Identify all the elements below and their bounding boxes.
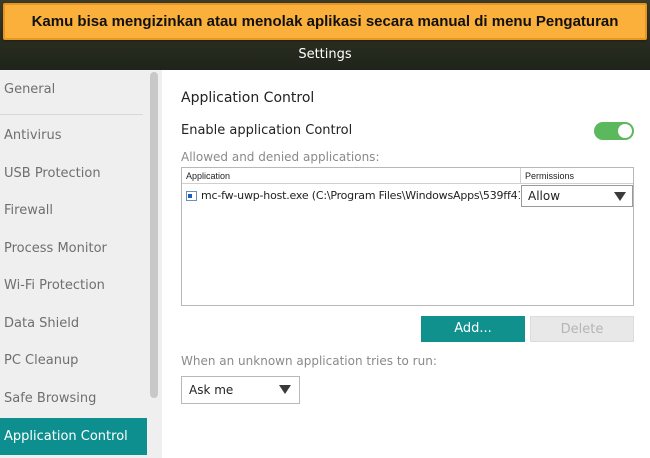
sidebar-item-safe-browsing[interactable]: Safe Browsing — [0, 380, 147, 417]
enable-application-control-label: Enable application Control — [181, 123, 353, 138]
dropdown-caret-icon — [279, 385, 291, 394]
permission-value: Allow — [528, 189, 561, 203]
window-title: Settings — [298, 47, 352, 62]
sidebar-item-process-monitor[interactable]: Process Monitor — [0, 230, 147, 267]
sidebar: General Antivirus USB Protection Firewal… — [0, 70, 162, 458]
column-header-permissions[interactable]: Permissions — [521, 168, 633, 184]
application-icon — [186, 191, 197, 201]
permission-dropdown[interactable]: Allow — [521, 185, 633, 207]
table-row[interactable]: mc-fw-uwp-host.exe (C:\Program Files\Win… — [182, 185, 633, 207]
applications-table: Application Permissions mc-fw-uwp-host.e… — [181, 167, 634, 306]
delete-button[interactable]: Delete — [530, 316, 634, 342]
sidebar-item-pc-cleanup[interactable]: PC Cleanup — [0, 342, 147, 379]
toggle-knob — [618, 124, 632, 138]
dropdown-caret-icon — [614, 192, 626, 201]
annotation-banner: Kamu bisa mengizinkan atau menolak aplik… — [3, 3, 647, 40]
sidebar-item-application-control[interactable]: Application Control — [0, 418, 147, 455]
add-button[interactable]: Add... — [421, 316, 525, 342]
unknown-application-value: Ask me — [189, 383, 234, 397]
sidebar-item-wifi-protection[interactable]: Wi-Fi Protection — [0, 267, 147, 304]
enable-application-control-toggle[interactable] — [594, 122, 634, 140]
column-header-application[interactable]: Application — [182, 168, 521, 184]
sidebar-item-usb-protection[interactable]: USB Protection — [0, 155, 147, 192]
sidebar-item-antivirus[interactable]: Antivirus — [0, 117, 147, 154]
main-panel: Application Control Enable application C… — [163, 70, 650, 458]
unknown-application-select[interactable]: Ask me — [181, 376, 300, 404]
sidebar-item-general[interactable]: General — [0, 71, 147, 108]
sidebar-divider — [0, 114, 143, 115]
sidebar-scrollbar-thumb[interactable] — [150, 72, 158, 398]
unknown-application-label: When an unknown application tries to run… — [181, 354, 437, 368]
sidebar-item-data-shield[interactable]: Data Shield — [0, 305, 147, 342]
application-path: mc-fw-uwp-host.exe (C:\Program Files\Win… — [201, 189, 520, 202]
page-title: Application Control — [181, 90, 315, 106]
sidebar-item-firewall[interactable]: Firewall — [0, 192, 147, 229]
allowed-denied-label: Allowed and denied applications: — [181, 150, 380, 164]
